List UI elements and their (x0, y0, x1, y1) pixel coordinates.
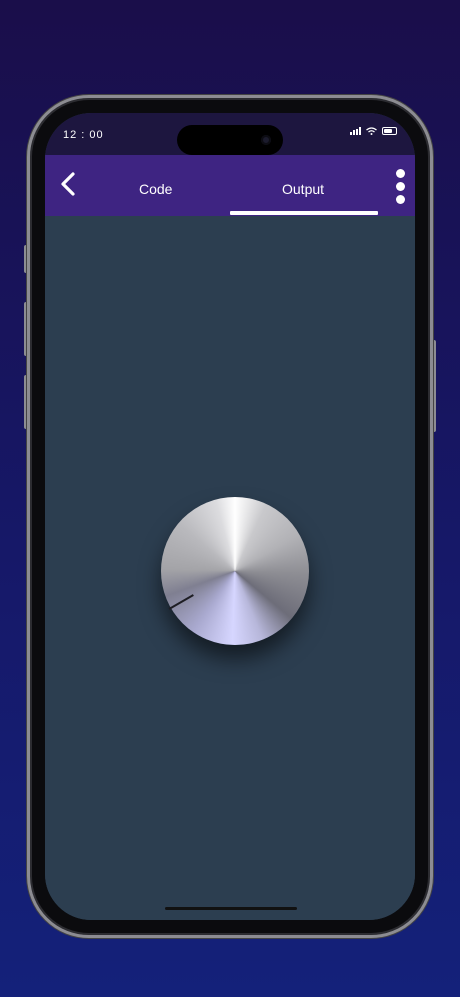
toolbar: Code Output (45, 155, 415, 216)
tab-code[interactable]: Code (139, 181, 172, 197)
camera-icon (261, 135, 271, 145)
wifi-icon (366, 127, 377, 135)
chevron-left-icon[interactable] (57, 169, 81, 199)
battery-icon (382, 127, 397, 135)
phone-frame: 12 : 00 Code Output (27, 95, 433, 938)
more-vertical-icon[interactable] (396, 169, 406, 205)
knob-face (161, 497, 309, 645)
output-area (45, 216, 415, 920)
cellular-signal-icon (350, 127, 361, 135)
phone-screen: 12 : 00 Code Output (45, 113, 415, 920)
home-indicator[interactable] (165, 907, 297, 910)
tab-indicator (230, 211, 378, 215)
status-icons (350, 127, 397, 135)
rotary-knob[interactable] (161, 497, 309, 645)
dynamic-island (177, 125, 283, 155)
status-time: 12 : 00 (63, 129, 104, 141)
status-bar: 12 : 00 (45, 113, 415, 155)
tab-output[interactable]: Output (282, 181, 324, 197)
